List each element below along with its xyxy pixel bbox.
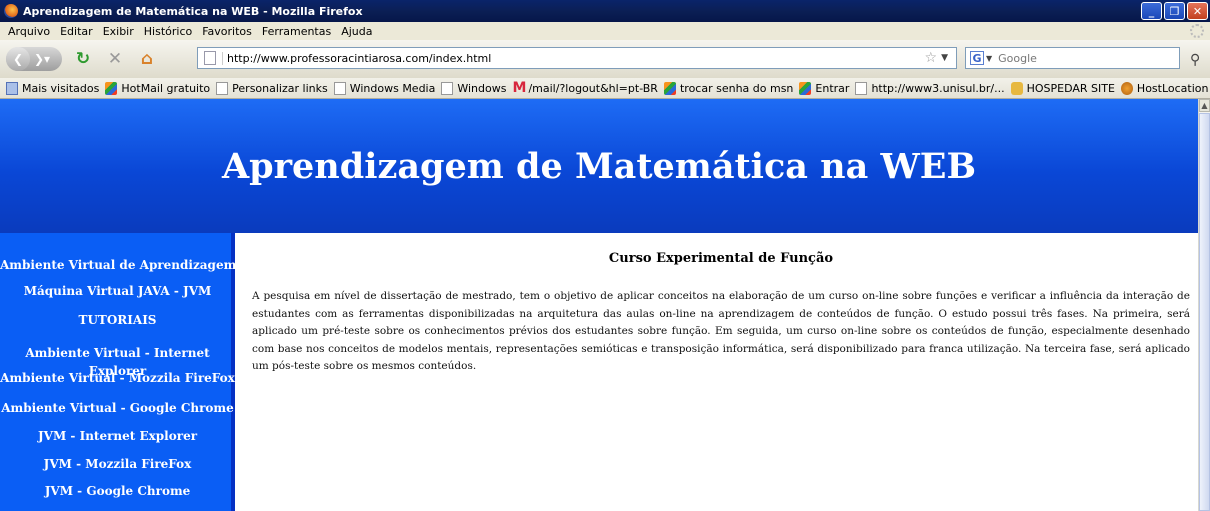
nav-link-av-google-chrome[interactable]: Ambiente Virtual - Google Chrome bbox=[0, 401, 235, 415]
menu-favoritos[interactable]: Favoritos bbox=[202, 25, 252, 38]
home-icon[interactable]: ⌂ bbox=[136, 48, 158, 70]
bookmark-item[interactable]: M/mail/?logout&hl=pt-BR bbox=[512, 79, 658, 96]
url-text[interactable]: http://www.professoracintiarosa.com/inde… bbox=[222, 51, 925, 65]
search-bar[interactable]: G ▼ Google bbox=[965, 47, 1180, 69]
firefox-logo-icon bbox=[4, 4, 18, 18]
menu-editar[interactable]: Editar bbox=[60, 25, 93, 38]
back-forward-group: ❮ ❯▾ bbox=[6, 47, 62, 71]
reload-icon[interactable]: ↻ bbox=[72, 48, 94, 70]
scroll-up-arrow-icon[interactable]: ▲ bbox=[1199, 99, 1210, 112]
vertical-scrollbar[interactable]: ▲ bbox=[1198, 99, 1210, 511]
msn-icon bbox=[105, 81, 118, 95]
sidebar-nav: Ambiente Virtual de Aprendizagem Máquina… bbox=[0, 233, 236, 511]
bookmark-item[interactable]: Mais visitados bbox=[6, 81, 99, 95]
forward-button[interactable]: ❯▾ bbox=[34, 52, 50, 66]
bookmark-item[interactable]: trocar senha do msn bbox=[663, 81, 793, 95]
navigation-toolbar: ❮ ❯▾ ↻ ✕ ⌂ http://www.professoracintiaro… bbox=[0, 40, 1210, 78]
msn-icon bbox=[799, 81, 812, 95]
stop-icon[interactable]: ✕ bbox=[104, 48, 126, 70]
nav-link-jvm-google-chrome[interactable]: JVM - Google Chrome bbox=[0, 484, 235, 498]
bookmark-item[interactable]: HOSPEDAR SITE bbox=[1010, 81, 1115, 95]
search-magnifier-icon[interactable]: ⚲ bbox=[1190, 52, 1200, 68]
search-input[interactable]: Google bbox=[998, 52, 1037, 65]
gmail-icon: M bbox=[512, 79, 527, 96]
most-visited-icon bbox=[6, 81, 18, 95]
menu-bar: Arquivo Editar Exibir Histórico Favorito… bbox=[0, 22, 1210, 40]
url-dropdown-icon[interactable]: ▼ bbox=[941, 53, 948, 63]
nav-link-av-mozzila-firefox[interactable]: Ambiente Virtual - Mozzila FireFox bbox=[0, 371, 235, 385]
lock-icon bbox=[1010, 81, 1023, 95]
bookmark-item[interactable]: http://www3.unisul.br/... bbox=[855, 81, 1005, 95]
nav-link-maquina-virtual-java[interactable]: Máquina Virtual JAVA - JVM bbox=[0, 284, 235, 298]
scrollbar-thumb[interactable] bbox=[1199, 113, 1210, 511]
window-title: Aprendizagem de Matemática na WEB - Mozi… bbox=[23, 4, 363, 18]
shield-icon bbox=[1120, 81, 1133, 95]
search-engine-dropdown-icon[interactable]: ▼ bbox=[986, 54, 992, 63]
course-description: A pesquisa em nível de dissertação de me… bbox=[252, 290, 1190, 372]
page-header: Aprendizagem de Matemática na WEB bbox=[0, 99, 1198, 233]
page-icon bbox=[855, 81, 868, 95]
nav-link-jvm-mozzila-firefox[interactable]: JVM - Mozzila FireFox bbox=[0, 457, 235, 471]
site-identity-icon[interactable] bbox=[204, 51, 216, 65]
bookmark-item[interactable]: HotMail gratuito bbox=[105, 81, 210, 95]
throbber-icon bbox=[1190, 24, 1204, 38]
minimize-button[interactable]: _ bbox=[1141, 2, 1162, 20]
msn-icon bbox=[663, 81, 676, 95]
nav-link-ambiente-virtual-aprendizagem[interactable]: Ambiente Virtual de Aprendizagem bbox=[0, 258, 236, 272]
bookmark-item[interactable]: Windows bbox=[441, 81, 506, 95]
bookmarks-toolbar: Mais visitados HotMail gratuito Personal… bbox=[0, 78, 1210, 99]
page-viewport: Aprendizagem de Matemática na WEB Ambien… bbox=[0, 99, 1198, 511]
page-title: Aprendizagem de Matemática na WEB bbox=[221, 145, 977, 187]
bookmark-item[interactable]: Windows Media bbox=[333, 81, 435, 95]
menu-ajuda[interactable]: Ajuda bbox=[341, 25, 372, 38]
bookmark-item[interactable]: HostLocation bbox=[1120, 81, 1209, 95]
nav-link-tutoriais[interactable]: TUTORIAIS bbox=[0, 313, 235, 327]
menu-exibir[interactable]: Exibir bbox=[103, 25, 134, 38]
course-title: Curso Experimental de Função bbox=[608, 251, 834, 266]
bookmark-star-icon[interactable]: ☆ bbox=[925, 50, 938, 66]
page-icon bbox=[333, 81, 346, 95]
maximize-button[interactable]: ❐ bbox=[1164, 2, 1185, 20]
menu-historico[interactable]: Histórico bbox=[144, 25, 192, 38]
search-engine-icon[interactable]: G bbox=[970, 51, 984, 65]
url-bar[interactable]: http://www.professoracintiarosa.com/inde… bbox=[197, 47, 957, 69]
window-title-bar: Aprendizagem de Matemática na WEB - Mozi… bbox=[0, 0, 1210, 22]
nav-link-jvm-internet-explorer[interactable]: JVM - Internet Explorer bbox=[0, 429, 235, 443]
close-button[interactable]: ✕ bbox=[1187, 2, 1208, 20]
page-icon bbox=[216, 81, 229, 95]
back-button[interactable]: ❮ bbox=[6, 47, 30, 71]
bookmark-item[interactable]: Entrar bbox=[799, 81, 849, 95]
page-icon bbox=[441, 81, 454, 95]
menu-ferramentas[interactable]: Ferramentas bbox=[262, 25, 331, 38]
bookmark-item[interactable]: Personalizar links bbox=[216, 81, 328, 95]
menu-arquivo[interactable]: Arquivo bbox=[8, 25, 50, 38]
